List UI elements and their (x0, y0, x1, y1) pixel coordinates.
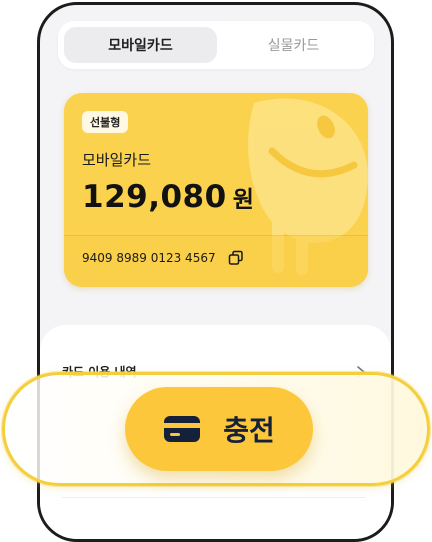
list-divider (62, 497, 366, 498)
tab-mobile-card[interactable]: 모바일카드 (64, 27, 217, 63)
balance-amount: 129,080 (82, 179, 227, 215)
card-balance: 129,080 원 (82, 179, 254, 215)
balance-currency: 원 (232, 187, 254, 213)
tab-physical-card-label: 실물카드 (267, 38, 320, 54)
copy-icon[interactable] (228, 250, 244, 266)
card-type-tabs: 모바일카드 실물카드 (58, 21, 374, 69)
prepaid-card[interactable]: 선불형 모바일카드 129,080 원 9409 8989 0123 4567 (64, 93, 368, 287)
charge-button-label: 충전 (223, 414, 275, 447)
charge-button[interactable]: 충전 (125, 387, 313, 471)
card-type-badge-text: 선불형 (90, 116, 121, 129)
tab-mobile-card-label: 모바일카드 (108, 38, 173, 54)
charge-highlight-overlay: 충전 (2, 372, 430, 486)
card-type-badge: 선불형 (82, 111, 129, 133)
tab-physical-card[interactable]: 실물카드 (217, 27, 370, 63)
card-name: 모바일카드 (82, 151, 152, 169)
card-divider (64, 235, 368, 236)
card-icon (163, 415, 201, 443)
card-number: 9409 8989 0123 4567 (82, 251, 216, 265)
